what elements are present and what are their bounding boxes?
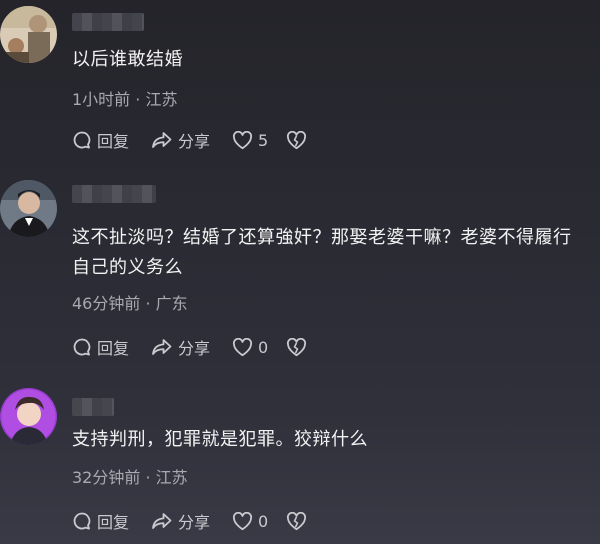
reply-label: 回复: [97, 339, 130, 358]
dislike-button[interactable]: [286, 511, 312, 531]
broken-heart-icon: [287, 130, 307, 149]
reply-label: 回复: [97, 513, 130, 532]
comment-text: 以后谁敢结婚: [72, 49, 183, 70]
comment-actions: 回复 分享 5: [72, 128, 334, 152]
reply-button[interactable]: 回复: [72, 335, 129, 359]
comment-meta: 46分钟前 · 广东: [72, 294, 188, 313]
heart-icon: [233, 511, 253, 530]
like-button[interactable]: 0: [232, 511, 269, 531]
share-arrow-icon: [152, 132, 172, 148]
comment-actions: 回复 分享 0: [72, 335, 334, 359]
share-arrow-icon: [152, 339, 172, 355]
comment-bubble-icon: [73, 338, 91, 356]
share-button[interactable]: 分享: [151, 509, 210, 533]
heart-icon: [233, 130, 253, 149]
dislike-button[interactable]: [286, 130, 312, 150]
share-arrow-icon: [152, 513, 172, 529]
username-blurred[interactable]: [72, 13, 144, 31]
like-button[interactable]: 5: [232, 130, 269, 150]
avatar[interactable]: [0, 180, 57, 237]
avatar[interactable]: [0, 388, 57, 445]
username-blurred[interactable]: [72, 398, 114, 416]
username-blurred[interactable]: [72, 185, 156, 203]
share-label: 分享: [178, 513, 211, 532]
comment-actions: 回复 分享 0: [72, 509, 334, 533]
reply-button[interactable]: 回复: [72, 509, 129, 533]
like-count: 0: [258, 511, 269, 531]
dislike-button[interactable]: [286, 337, 312, 357]
like-count: 0: [258, 337, 269, 357]
comment-meta: 1小时前 · 江苏: [72, 90, 178, 109]
like-button[interactable]: 0: [232, 337, 269, 357]
share-label: 分享: [178, 339, 211, 358]
comment-text: 这不扯淡吗？结婚了还算強奸？那娶老婆干嘛？老婆不得履行自己的义务么: [72, 227, 572, 278]
broken-heart-icon: [287, 511, 307, 530]
comment-meta: 32分钟前 · 江苏: [72, 468, 188, 487]
share-button[interactable]: 分享: [151, 335, 210, 359]
reply-label: 回复: [97, 132, 130, 151]
comment-bubble-icon: [73, 131, 91, 149]
avatar[interactable]: [0, 6, 57, 63]
comment-text: 支持判刑，犯罪就是犯罪。狡辩什么: [72, 429, 368, 450]
share-label: 分享: [178, 132, 211, 151]
comment-bubble-icon: [73, 512, 91, 530]
heart-icon: [233, 337, 253, 356]
like-count: 5: [258, 130, 269, 150]
broken-heart-icon: [287, 337, 307, 356]
share-button[interactable]: 分享: [151, 128, 210, 152]
reply-button[interactable]: 回复: [72, 128, 129, 152]
